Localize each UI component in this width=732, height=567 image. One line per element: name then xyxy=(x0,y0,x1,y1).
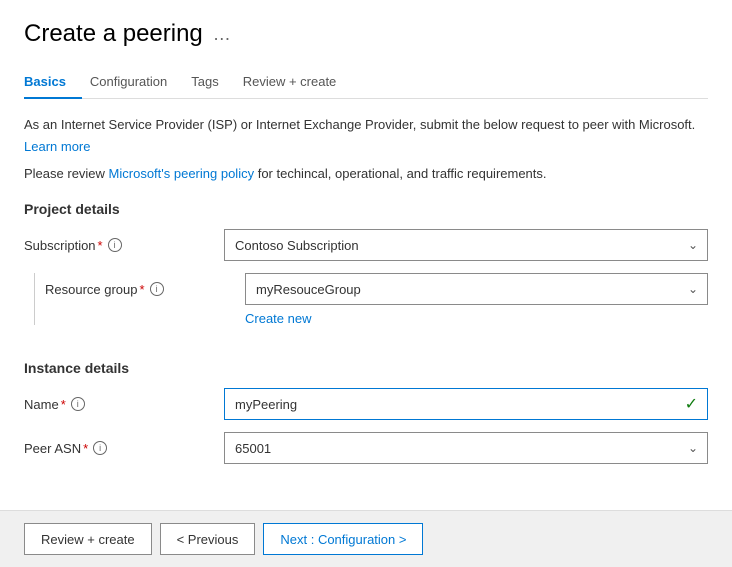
more-icon[interactable]: … xyxy=(213,24,231,45)
next-configuration-button[interactable]: Next : Configuration > xyxy=(263,523,423,555)
peering-policy-link[interactable]: Microsoft's peering policy xyxy=(109,166,255,181)
resource-group-block: Resource group * i myResouceGroup ⌄ Crea xyxy=(45,273,708,336)
subscription-info-icon[interactable]: i xyxy=(108,238,122,252)
peer-asn-dropdown[interactable]: 65001 xyxy=(224,432,708,464)
page-title: Create a peering xyxy=(24,20,203,48)
create-new-link[interactable]: Create new xyxy=(245,311,708,326)
subscription-dropdown-wrapper: Contoso Subscription ⌄ xyxy=(224,229,708,261)
resource-group-dropdown-wrapper: myResouceGroup ⌄ xyxy=(245,273,708,305)
subscription-label: Subscription xyxy=(24,238,96,253)
resource-group-info-icon[interactable]: i xyxy=(150,282,164,296)
review-create-button[interactable]: Review + create xyxy=(24,523,152,555)
tab-review-create[interactable]: Review + create xyxy=(243,66,353,99)
tab-basics[interactable]: Basics xyxy=(24,66,82,99)
previous-button[interactable]: < Previous xyxy=(160,523,256,555)
peer-asn-required: * xyxy=(83,441,88,456)
resource-group-row: Resource group * i myResouceGroup ⌄ xyxy=(45,273,708,305)
learn-more-link[interactable]: Learn more xyxy=(24,139,90,154)
resource-group-indent: Resource group * i myResouceGroup ⌄ Crea xyxy=(24,273,708,336)
name-required: * xyxy=(61,397,66,412)
resource-group-input-col: myResouceGroup ⌄ xyxy=(245,273,708,305)
peer-asn-info-icon[interactable]: i xyxy=(93,441,107,455)
subscription-required: * xyxy=(98,238,103,253)
peer-asn-row: Peer ASN * i 65001 ⌄ xyxy=(24,432,708,464)
instance-details-section: Instance details Name * i ✓ Peer ASN * i xyxy=(24,360,708,464)
project-details-section: Project details Subscription * i Contoso… xyxy=(24,201,708,336)
name-valid-icon: ✓ xyxy=(685,394,698,414)
project-details-title: Project details xyxy=(24,201,708,217)
subscription-dropdown[interactable]: Contoso Subscription xyxy=(224,229,708,261)
resource-group-required: * xyxy=(140,282,145,297)
resource-group-label: Resource group xyxy=(45,282,138,297)
tab-bar: Basics Configuration Tags Review + creat… xyxy=(24,66,708,99)
policy-text: Please review Microsoft's peering policy… xyxy=(24,164,708,184)
resource-group-dropdown[interactable]: myResouceGroup xyxy=(245,273,708,305)
footer: Review + create < Previous Next : Config… xyxy=(0,510,732,567)
peer-asn-label: Peer ASN xyxy=(24,441,81,456)
name-label: Name xyxy=(24,397,59,412)
peer-asn-input-col: 65001 ⌄ xyxy=(224,432,708,464)
subscription-row: Subscription * i Contoso Subscription ⌄ xyxy=(24,229,708,261)
subscription-input-col: Contoso Subscription ⌄ xyxy=(224,229,708,261)
name-info-icon[interactable]: i xyxy=(71,397,85,411)
name-row: Name * i ✓ xyxy=(24,388,708,420)
peer-asn-dropdown-wrapper: 65001 ⌄ xyxy=(224,432,708,464)
name-input-col: ✓ xyxy=(224,388,708,420)
tab-configuration[interactable]: Configuration xyxy=(90,66,183,99)
tab-tags[interactable]: Tags xyxy=(191,66,234,99)
name-input[interactable] xyxy=(224,388,708,420)
description-main: As an Internet Service Provider (ISP) or… xyxy=(24,115,708,135)
instance-details-title: Instance details xyxy=(24,360,708,376)
